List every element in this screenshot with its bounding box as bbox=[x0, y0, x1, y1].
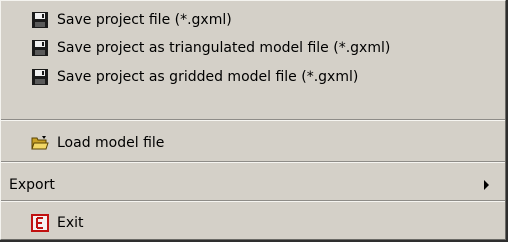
floppy-disk-icon bbox=[31, 68, 49, 86]
menu-item-save-project[interactable]: Save project file (*.gxml) bbox=[31, 7, 497, 33]
menu-item-label: Export bbox=[9, 177, 55, 193]
menu-item-exit[interactable]: Exit bbox=[31, 210, 497, 236]
menu-item-export[interactable]: Export bbox=[9, 172, 497, 198]
menu-item-save-triangulated[interactable]: Save project as triangulated model file … bbox=[31, 35, 497, 61]
menu-separator bbox=[1, 119, 505, 121]
menu-item-label: Save project as triangulated model file … bbox=[57, 40, 391, 56]
file-menu: Save project file (*.gxml) Save project … bbox=[0, 0, 506, 240]
menu-item-load-model[interactable]: Load model file bbox=[31, 130, 497, 156]
menu-item-label: Save project as gridded model file (*.gx… bbox=[57, 69, 359, 85]
floppy-disk-icon bbox=[31, 39, 49, 57]
menu-item-label: Exit bbox=[57, 215, 84, 231]
menu-item-save-gridded[interactable]: Save project as gridded model file (*.gx… bbox=[31, 64, 497, 90]
exit-icon bbox=[31, 214, 49, 232]
menu-item-label: Save project file (*.gxml) bbox=[57, 12, 232, 28]
submenu-arrow-icon bbox=[484, 180, 489, 190]
open-folder-icon bbox=[31, 134, 49, 152]
menu-separator bbox=[1, 161, 505, 163]
floppy-disk-icon bbox=[31, 11, 49, 29]
menu-item-label: Load model file bbox=[57, 135, 165, 151]
menu-separator bbox=[1, 200, 505, 202]
